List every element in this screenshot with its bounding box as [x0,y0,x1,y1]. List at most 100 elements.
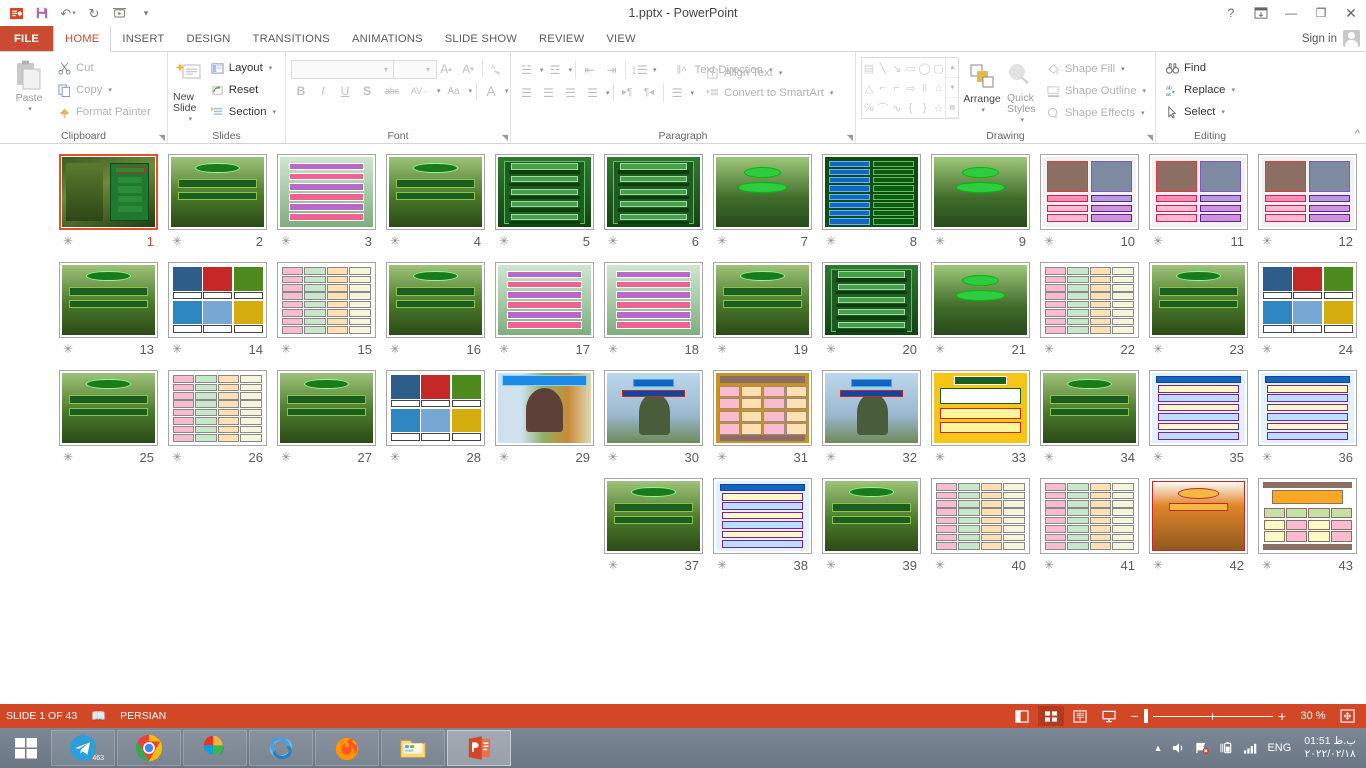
justify-button[interactable]: ☰ [582,83,603,103]
fit-to-window-button[interactable] [1334,706,1360,726]
animation-star-icon[interactable]: ✳ [608,235,618,247]
right-arrow-shape-icon[interactable]: ⇨ [904,78,918,98]
animation-star-icon[interactable]: ✳ [499,451,509,463]
network-problem-icon[interactable] [1195,741,1210,755]
start-slideshow-icon[interactable] [108,2,132,24]
animation-star-icon[interactable]: ✳ [63,343,73,355]
slide-thumbnail-frame[interactable] [604,370,703,446]
tab-review[interactable]: REVIEW [528,26,595,51]
down-arrow-shape-icon[interactable]: ⇩ [918,78,932,98]
text-shadow-button[interactable]: S [357,81,377,101]
underline-button[interactable]: U [335,81,355,101]
slide-thumbnail-frame[interactable] [1149,478,1248,554]
shape-outline-button[interactable]: Shape Outline ▾ [1042,80,1150,102]
slide-thumbnail[interactable]: ✳22 [1035,262,1144,370]
chevron-down-icon[interactable]: ▾ [189,114,193,126]
animation-star-icon[interactable]: ✳ [935,559,945,571]
animation-star-icon[interactable]: ✳ [826,451,836,463]
new-slide-button[interactable]: New Slide ▾ [173,56,206,126]
animation-star-icon[interactable]: ✳ [1153,343,1163,355]
animation-star-icon[interactable]: ✳ [608,343,618,355]
slide-thumbnail[interactable]: ✳13 [54,262,163,370]
volume-icon[interactable] [1171,741,1186,755]
slide-thumbnail-frame[interactable] [495,370,594,446]
animation-star-icon[interactable]: ✳ [608,559,618,571]
sign-in-label[interactable]: Sign in [1302,33,1337,45]
slide-sorter-pane[interactable]: ✳12✳11✳10✳9✳8✳7✳6✳5✳4✳3✳2✳1 ✳24✳23✳22✳21… [0,144,1366,704]
slide-thumbnail-frame[interactable] [59,154,158,230]
slide-thumbnail-frame[interactable] [931,262,1030,338]
slide-thumbnail[interactable]: ✳6 [599,154,708,262]
slide-thumbnail[interactable]: ✳30 [599,370,708,478]
animation-star-icon[interactable]: ✳ [390,343,400,355]
elbow-arrow-icon[interactable]: ⌐ [890,78,904,98]
right-brace-shape-icon[interactable]: } [918,98,932,118]
slide-thumbnail-frame[interactable] [277,262,376,338]
slide-thumbnail[interactable]: ✳16 [381,262,490,370]
save-icon[interactable] [30,2,54,24]
close-button[interactable]: ✕ [1336,1,1366,25]
convert-to-smartart-button[interactable]: Convert to SmartArt ▾ [701,83,837,103]
start-button[interactable] [2,728,50,768]
font-size-input[interactable] [393,60,437,79]
animation-star-icon[interactable]: ✳ [1044,343,1054,355]
freeform-shape-icon[interactable]: ℅ [862,98,876,118]
taskbar-item-internet-explorer[interactable] [249,730,313,766]
tab-view[interactable]: VIEW [595,26,646,51]
window-controls[interactable]: ? — ❐ ✕ [1216,1,1366,25]
slide-thumbnail-frame[interactable] [277,154,376,230]
slide-thumbnail[interactable]: ✳32 [817,370,926,478]
redo-icon[interactable]: ↻ [82,2,106,24]
animation-star-icon[interactable]: ✳ [499,343,509,355]
bold-button[interactable]: B [291,81,311,101]
slide-thumbnail-frame[interactable] [931,478,1030,554]
slide-thumbnail[interactable]: ✳2 [163,154,272,262]
scroll-down-icon[interactable]: ▼ [946,78,958,98]
slide-thumbnail-frame[interactable] [604,478,703,554]
zoom-in-button[interactable]: + [1278,708,1286,724]
slide-thumbnail[interactable]: ✳35 [1144,370,1253,478]
slide-thumbnail-frame[interactable] [1149,262,1248,338]
chevron-down-icon[interactable]: ▾ [779,69,783,77]
animation-star-icon[interactable]: ✳ [499,235,509,247]
animation-star-icon[interactable]: ✳ [63,235,73,247]
animation-star-icon[interactable]: ✳ [935,451,945,463]
shapes-scrollbar[interactable]: ▲ ▼ ▤ [945,58,958,118]
tab-design[interactable]: DESIGN [175,26,241,51]
slide-thumbnail-frame[interactable] [386,154,485,230]
slide-thumbnail[interactable]: ✳11 [1144,154,1253,262]
animation-star-icon[interactable]: ✳ [390,451,400,463]
taskbar-item-idm[interactable] [183,730,247,766]
slide-thumbnail[interactable]: ✳21 [926,262,1035,370]
signal-icon[interactable] [1243,741,1258,755]
zoom-slider-handle[interactable] [1144,709,1148,723]
animation-star-icon[interactable]: ✳ [1044,559,1054,571]
language-indicator[interactable]: PERSIAN [120,710,166,722]
rectangle-shape-icon[interactable]: ▭ [904,58,918,78]
clock[interactable]: 01:51 ب.ظ ٢٠٢٢/٠٢/١٨ [1300,735,1356,761]
font-color-button[interactable]: A [481,81,501,101]
slide-thumbnail[interactable]: ✳15 [272,262,381,370]
shapes-more-icon[interactable]: ▤ [946,98,958,118]
animation-star-icon[interactable]: ✳ [172,451,182,463]
ribbon-display-options-icon[interactable] [1246,1,1276,25]
slide-thumbnail[interactable]: ✳4 [381,154,490,262]
chevron-down-icon[interactable]: ▾ [1142,87,1146,95]
slide-thumbnail[interactable]: ✳43 [1253,478,1362,586]
slide-thumbnail[interactable]: ✳10 [1035,154,1144,262]
quick-access-toolbar[interactable]: ↶▾ ↻ ▾ [0,2,158,24]
slide-thumbnail-frame[interactable] [1149,154,1248,230]
select-button[interactable]: Select ▾ [1161,101,1239,123]
help-icon[interactable]: ? [1216,1,1246,25]
slide-thumbnail[interactable]: ✳9 [926,154,1035,262]
zoom-slider[interactable]: − + [1125,708,1292,724]
shape-fill-button[interactable]: Shape Fill ▾ [1042,58,1150,80]
slide-thumbnail-frame[interactable] [1258,370,1357,446]
line-spacing-button[interactable]: ↕☰ [629,60,650,80]
slide-thumbnail[interactable]: ✳41 [1035,478,1144,586]
ltr-button[interactable]: ▸¶ [617,83,638,103]
increase-font-size-button[interactable]: A▴ [436,59,456,79]
taskbar-item-powerpoint[interactable] [447,730,511,766]
tab-animations[interactable]: ANIMATIONS [341,26,434,51]
font-name-input[interactable] [291,60,395,79]
